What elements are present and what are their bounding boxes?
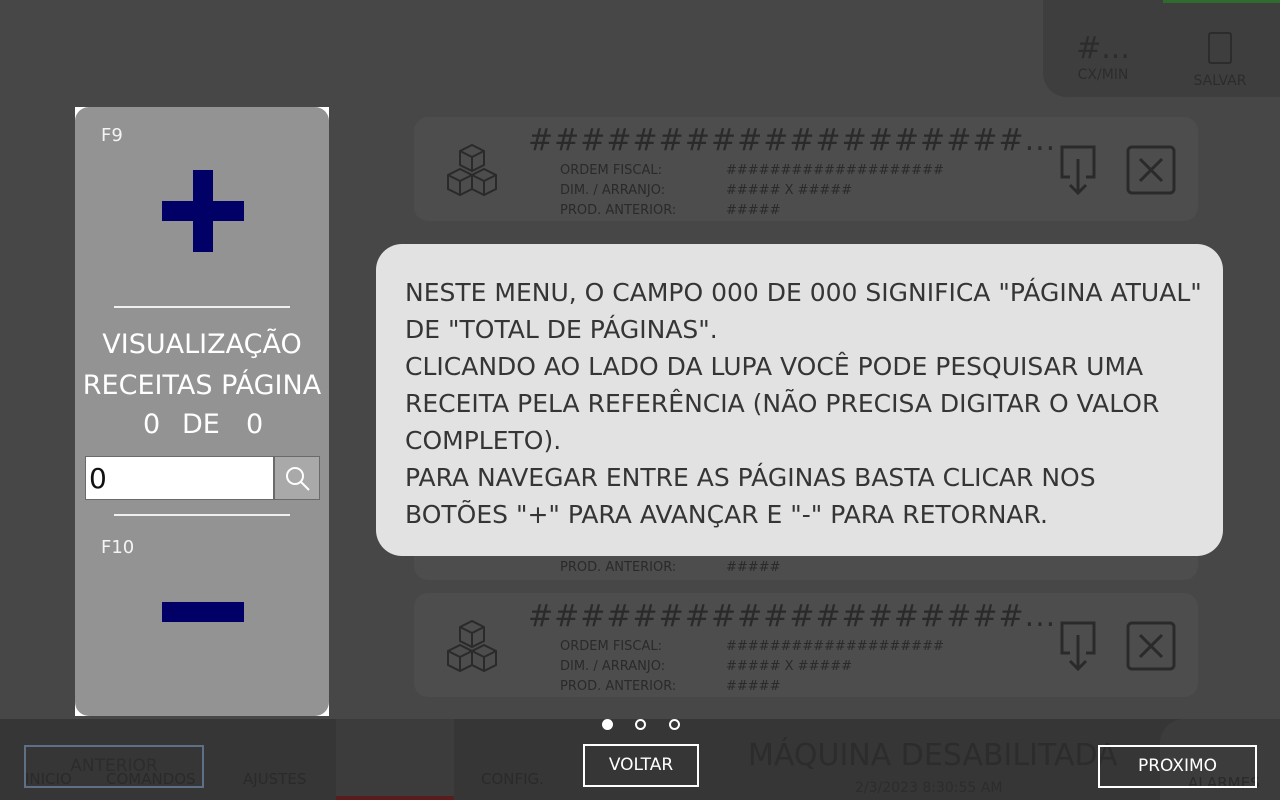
row-value: #####	[726, 679, 781, 694]
cubes-icon	[447, 143, 497, 197]
cx-min-label: CX/MIN	[1077, 67, 1129, 83]
f10-label: F10	[101, 537, 135, 558]
recipe-row: PROD. ANTERIOR: #####	[560, 560, 780, 575]
step-dot-2	[635, 719, 646, 730]
cubes-icon	[447, 619, 497, 673]
row-value: ####################	[726, 163, 944, 178]
tutorial-tooltip: NESTE MENU, O CAMPO 000 DE 000 SIGNIFICA…	[376, 244, 1223, 556]
row-value: #####	[726, 203, 781, 218]
recipe-search-input[interactable]	[85, 456, 274, 500]
row-label: PROD. ANTERIOR:	[560, 560, 677, 575]
status-indicator-line	[1163, 0, 1280, 3]
recipe-card: ###################... ORDEM FISCAL: ###…	[414, 117, 1198, 221]
previous-page-button[interactable]	[162, 592, 244, 632]
page-of-label: DE	[182, 409, 220, 440]
pager-title-line1: VISUALIZAÇÃO	[102, 329, 302, 360]
row-value: ##### X #####	[726, 659, 853, 674]
recipe-card: ###################... ORDEM FISCAL: ###…	[414, 593, 1198, 697]
delete-icon	[1126, 621, 1176, 671]
search-icon	[286, 467, 310, 491]
row-label: ORDEM FISCAL:	[560, 639, 662, 654]
download-icon	[1060, 621, 1096, 671]
total-pages: 0	[246, 409, 264, 440]
row-value: #####	[726, 560, 781, 575]
download-icon	[1060, 145, 1096, 195]
tooltip-text: NESTE MENU, O CAMPO 000 DE 000 SIGNIFICA…	[405, 278, 1202, 529]
recipe-row: ORDEM FISCAL: ####################	[560, 163, 944, 178]
machine-status: MÁQUINA DESABILITADA	[748, 738, 1118, 773]
divider	[114, 514, 290, 516]
search-button[interactable]	[274, 456, 320, 500]
recipe-row: DIM. / ARRANJO: ##### X #####	[560, 183, 852, 198]
nav-config: CONFIG.	[481, 770, 544, 788]
row-value: ####################	[726, 639, 944, 654]
next-page-button[interactable]	[162, 170, 244, 252]
plus-icon-vertical	[193, 170, 213, 252]
row-value: ##### X #####	[726, 183, 853, 198]
divider	[114, 306, 290, 308]
f9-label: F9	[101, 125, 123, 146]
row-label: PROD. ANTERIOR:	[560, 203, 677, 218]
step-dot-1	[602, 719, 613, 730]
minus-icon	[162, 602, 244, 622]
row-label: PROD. ANTERIOR:	[560, 679, 677, 694]
delete-icon	[1126, 145, 1176, 195]
row-label: DIM. / ARRANJO:	[560, 183, 666, 198]
stat-cx-min: #... CX/MIN	[1068, 32, 1138, 84]
recipe-row: DIM. / ARRANJO: ##### X #####	[560, 659, 852, 674]
tutorial-next-button[interactable]: PROXIMO	[1098, 745, 1257, 788]
row-label: DIM. / ARRANJO:	[560, 659, 666, 674]
step-dot-3	[669, 719, 680, 730]
tutorial-back-button[interactable]: VOLTAR	[583, 744, 699, 787]
save-button-bg: SALVAR	[1185, 32, 1255, 90]
pager-title-line2: RECEITAS PÁGINA	[82, 370, 322, 401]
cx-min-value: #...	[1076, 31, 1130, 66]
sd-card-icon	[1208, 32, 1232, 64]
recipe-title: ###################...	[528, 123, 1057, 158]
recipe-row: ORDEM FISCAL: ####################	[560, 639, 944, 654]
status-datetime: 2/3/2023 8:30:55 AM	[855, 780, 1003, 796]
nav-ajustes: AJUSTES	[243, 770, 307, 788]
tutorial-previous-button[interactable]: ANTERIOR	[24, 745, 204, 788]
save-label: SALVAR	[1193, 73, 1247, 89]
recipe-row: PROD. ANTERIOR: #####	[560, 203, 780, 218]
recipe-row: PROD. ANTERIOR: #####	[560, 679, 780, 694]
current-page: 0	[143, 409, 161, 440]
row-label: ORDEM FISCAL:	[560, 163, 662, 178]
active-tab-bg	[336, 719, 454, 800]
recipe-title: ###################...	[528, 599, 1057, 634]
